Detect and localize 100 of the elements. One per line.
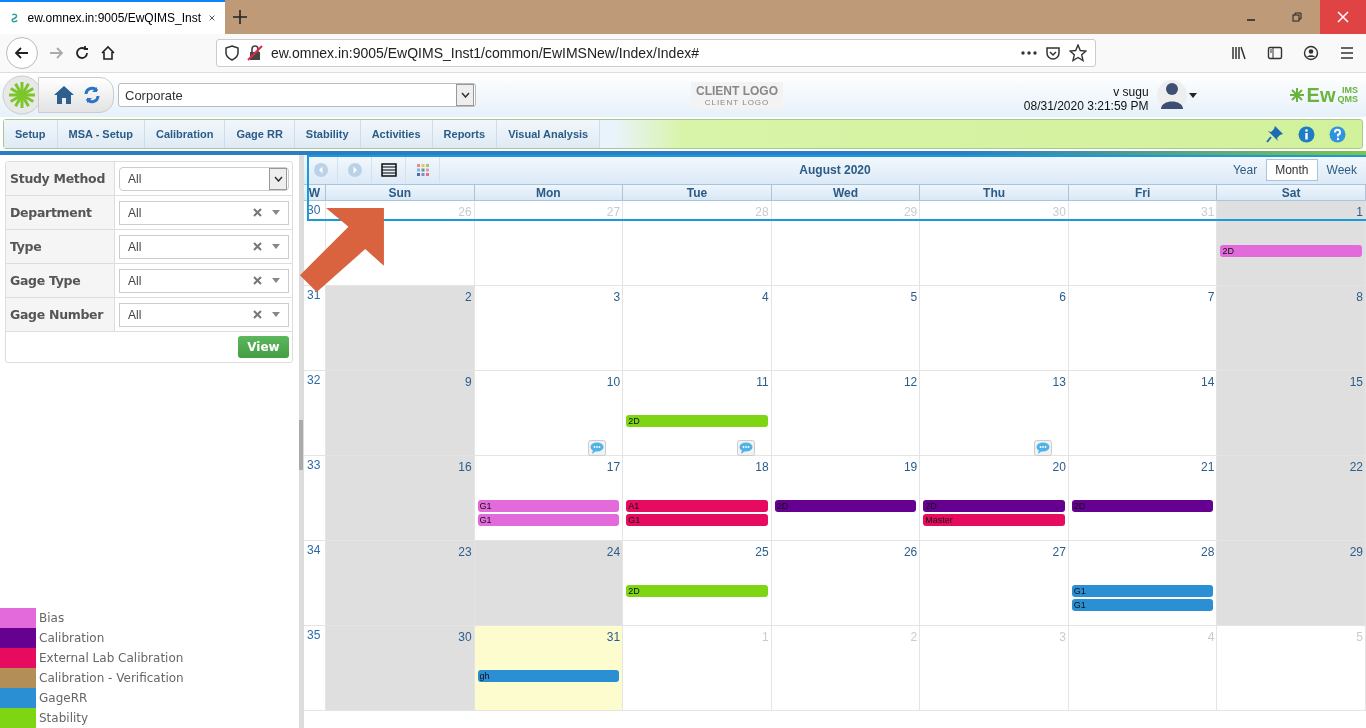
day-number[interactable]: 19	[903, 456, 920, 474]
day-number[interactable]: 17	[606, 456, 623, 474]
filter-label: Gage Number	[6, 298, 115, 331]
select-field[interactable]: All	[119, 166, 289, 191]
menu-item[interactable]: Visual Analysis	[497, 120, 601, 148]
view-tab[interactable]: Year	[1223, 158, 1267, 181]
day-number[interactable]: 2	[464, 286, 474, 304]
day-number[interactable]: 30	[458, 626, 474, 644]
event-bar[interactable]: gh	[477, 670, 620, 682]
clear-icon[interactable]	[253, 242, 262, 251]
menu-item[interactable]: Stability	[294, 120, 361, 148]
day-number[interactable]: 29	[1349, 541, 1365, 559]
day-number[interactable]: 23	[458, 541, 474, 559]
info-icon[interactable]	[1298, 125, 1315, 143]
day-number[interactable]: 26	[903, 541, 920, 559]
event-bar[interactable]: 2D	[626, 585, 768, 597]
day-number[interactable]: 28	[1201, 541, 1217, 559]
avatar-icon[interactable]	[1156, 79, 1187, 111]
day-number[interactable]: 31	[606, 626, 623, 644]
day-number[interactable]: 11	[756, 371, 771, 389]
day-number[interactable]: 1	[1356, 201, 1365, 219]
event-bar[interactable]: A1	[626, 500, 768, 512]
address-bar[interactable]: ew.omnex.in:9005/EwQIMS_Inst1/common/EwIMSNew/Index/Index#	[216, 39, 1096, 67]
clear-icon[interactable]	[253, 276, 262, 285]
reload-icon[interactable]	[74, 45, 90, 61]
refresh-icon[interactable]	[83, 86, 101, 104]
day-number[interactable]: 9	[464, 371, 474, 389]
day-number[interactable]: 7	[1207, 286, 1217, 304]
day-number[interactable]: 14	[1201, 371, 1217, 389]
comment-icon[interactable]	[736, 440, 755, 456]
day-number[interactable]: 10	[606, 371, 623, 389]
list-view-icon[interactable]	[380, 161, 397, 178]
comment-icon[interactable]	[588, 440, 607, 456]
menu-item[interactable]: MSA - Setup	[57, 120, 145, 148]
back-button[interactable]	[6, 37, 38, 69]
day-number[interactable]: 4	[762, 286, 771, 304]
day-number[interactable]: 22	[1349, 456, 1365, 474]
day-number[interactable]: 5	[910, 286, 920, 304]
new-tab-icon[interactable]	[233, 10, 247, 24]
day-number[interactable]: 27	[1052, 541, 1068, 559]
combo-field[interactable]: All	[119, 200, 289, 225]
url-text: ew.omnex.in:9005/EwQIMS_Inst1/common/EwIMSNew/Index/Index#	[271, 45, 700, 61]
pocket-icon[interactable]	[1045, 45, 1061, 61]
combo-field[interactable]: All	[119, 234, 289, 259]
event-bar[interactable]: G1	[477, 500, 620, 512]
browser-tab[interactable]: ew.omnex.in:9005/EwQIMS_Inst	[0, 0, 225, 34]
day-number[interactable]: 8	[1356, 286, 1365, 304]
pin-icon[interactable]	[1266, 125, 1284, 143]
event-bar[interactable]: 2D	[1220, 245, 1362, 257]
home-icon[interactable]	[53, 85, 75, 105]
shield-icon[interactable]	[225, 45, 239, 61]
menu-item[interactable]: Activities	[360, 120, 433, 148]
insecure-lock-icon[interactable]	[247, 45, 263, 61]
sidebar-icon[interactable]	[1267, 45, 1283, 61]
combo-field[interactable]: All	[119, 302, 289, 327]
day-number[interactable]: 20	[1052, 456, 1068, 474]
caret-icon[interactable]	[1188, 92, 1197, 98]
close-icon[interactable]	[1337, 11, 1349, 23]
day-header: Fri	[1068, 185, 1218, 201]
event-bar[interactable]: G1	[626, 514, 768, 526]
view-tab[interactable]: Month	[1266, 158, 1318, 181]
clear-icon[interactable]	[253, 310, 262, 319]
event-bar[interactable]: Master	[923, 514, 1065, 526]
comment-icon[interactable]	[1033, 440, 1052, 456]
clear-icon[interactable]	[253, 208, 262, 217]
day-number[interactable]: 12	[903, 371, 920, 389]
filter-label: Type	[6, 230, 115, 263]
combo-field[interactable]: All	[119, 268, 289, 293]
account-icon[interactable]	[1303, 45, 1319, 61]
day-number[interactable]: 18	[755, 456, 771, 474]
view-tab[interactable]: Week	[1317, 158, 1366, 181]
site-select[interactable]: Corporate	[118, 83, 476, 107]
day-number[interactable]: 16	[458, 456, 474, 474]
legend-label: Bias	[39, 611, 65, 625]
day-number[interactable]: 15	[1349, 371, 1365, 389]
event-bar[interactable]: G1	[1071, 585, 1214, 597]
day-number[interactable]: 13	[1052, 371, 1068, 389]
day-number[interactable]: 24	[606, 541, 623, 559]
star-icon[interactable]	[1069, 44, 1087, 62]
menu-item[interactable]: Gage RR	[225, 120, 295, 148]
home-icon[interactable]	[100, 45, 116, 61]
event-bar[interactable]: G1	[477, 514, 620, 526]
more-icon[interactable]	[1021, 51, 1037, 55]
day-number[interactable]: 25	[755, 541, 771, 559]
menu-icon[interactable]	[1339, 45, 1355, 61]
event-bar[interactable]: 2D	[626, 415, 768, 427]
menu-item[interactable]: Reports	[432, 120, 498, 148]
restore-icon[interactable]	[1291, 11, 1303, 23]
week-number: 34	[307, 543, 321, 557]
help-icon[interactable]	[1329, 125, 1346, 143]
menu-item[interactable]: Calibration	[144, 120, 226, 148]
chevron-down-icon	[460, 92, 470, 98]
day-number[interactable]: 6	[1059, 286, 1068, 304]
menu-item[interactable]: Setup	[4, 120, 58, 148]
grid-view-icon[interactable]	[414, 161, 431, 178]
day-number[interactable]: 3	[613, 286, 623, 304]
day-number[interactable]: 21	[1201, 456, 1217, 474]
close-icon[interactable]	[209, 13, 215, 23]
library-icon[interactable]	[1231, 45, 1247, 61]
event-bar[interactable]: G1	[1071, 599, 1214, 611]
